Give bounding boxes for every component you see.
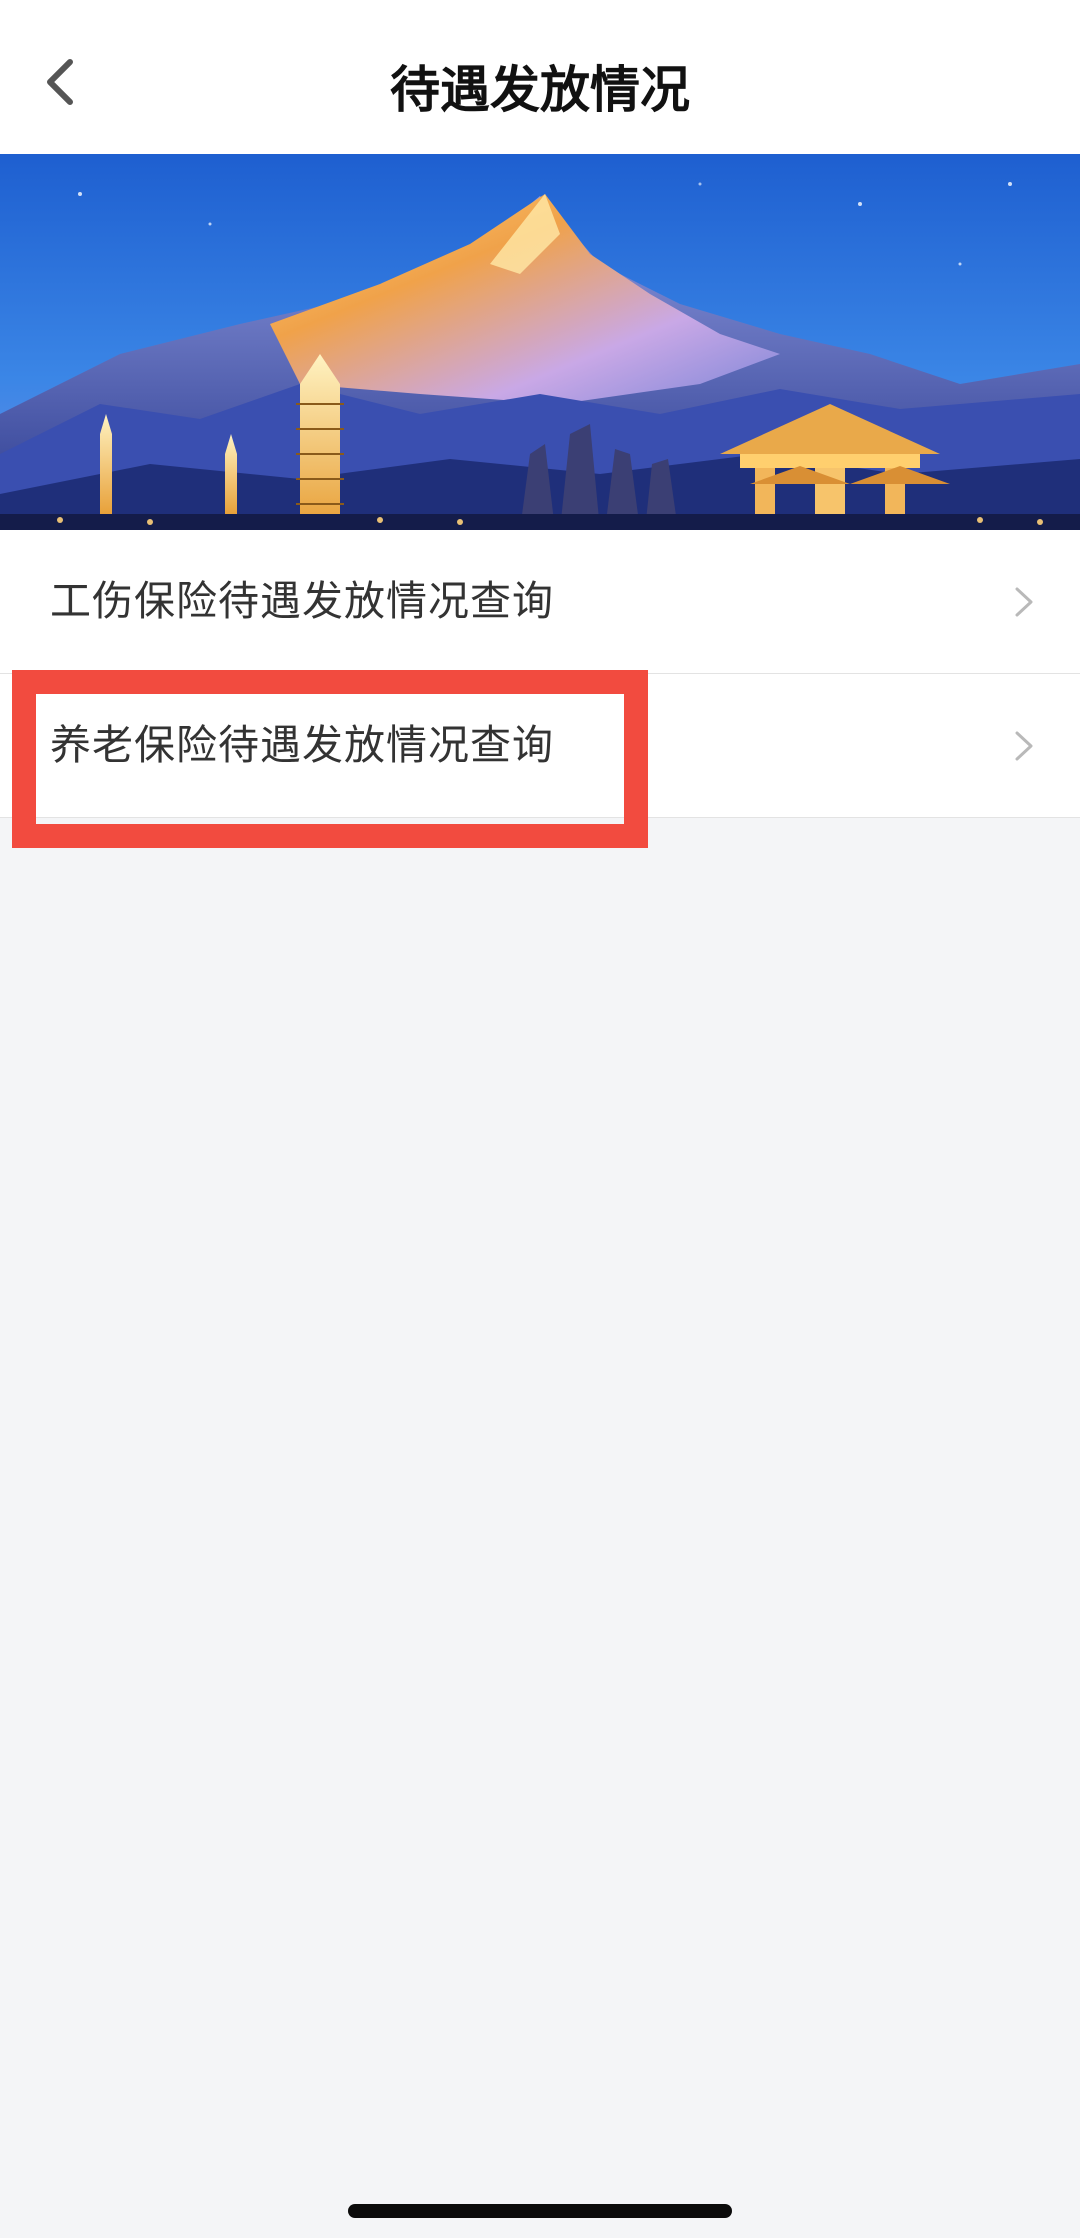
chevron-right-icon [1015,587,1033,617]
menu-item-work-injury-insurance[interactable]: 工伤保险待遇发放情况查询 [0,530,1080,674]
menu-item-pension-insurance[interactable]: 养老保险待遇发放情况查询 [0,674,1080,818]
home-indicator[interactable] [348,2204,732,2218]
page: 待遇发放情况 工伤保险待遇发放情况查询 养老保险待遇发放情况查询 [0,0,1080,2238]
menu-list: 工伤保险待遇发放情况查询 养老保险待遇发放情况查询 [0,530,1080,818]
menu-item-label: 养老保险待遇发放情况查询 [50,721,554,769]
menu-item-label: 工伤保险待遇发放情况查询 [50,577,554,625]
nav-bar: 待遇发放情况 [0,0,1080,154]
landscape-banner [0,154,1080,530]
chevron-right-icon [1015,731,1033,761]
page-title: 待遇发放情况 [390,61,690,119]
